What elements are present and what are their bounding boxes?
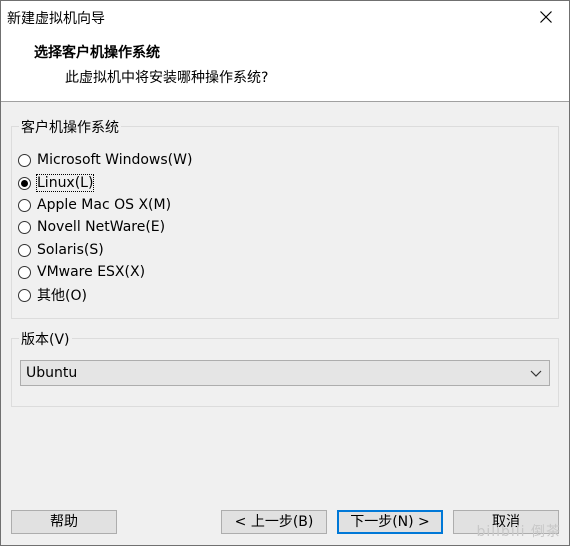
radio-button[interactable] [18,265,31,279]
radio-mac[interactable]: Apple Mac OS X(M) [18,195,171,215]
radio-label: Apple Mac OS X(M) [37,197,172,213]
radio-button[interactable] [18,288,31,302]
radio-netware[interactable]: Novell NetWare(E) [18,217,165,237]
version-select-value: Ubuntu [26,365,78,381]
radio-solaris[interactable]: Solaris(S) [18,240,104,260]
help-button[interactable]: 帮助 [11,510,117,534]
radio-label: Novell NetWare(E) [37,219,166,235]
back-button[interactable]: < 上一步(B) [221,510,327,534]
title-bar: 新建虚拟机向导 [1,1,569,33]
version-select[interactable]: Ubuntu [20,360,550,386]
radio-other[interactable]: 其他(O) [18,285,87,305]
radio-button-selected[interactable] [18,176,31,190]
radio-label: 其他(O) [37,288,87,304]
guest-os-legend: 客户机操作系统 [19,117,121,137]
radio-label: VMware ESX(X) [37,264,146,280]
radio-linux[interactable]: Linux(L) [18,173,95,193]
radio-windows[interactable]: Microsoft Windows(W) [18,150,192,170]
radio-label: Linux(L) [35,174,95,192]
wizard-header: 选择客户机操作系统 此虚拟机中将安装哪种操作系统? [1,33,569,102]
page-subtitle: 此虚拟机中将安装哪种操作系统? [65,70,269,86]
window-title: 新建虚拟机向导 [7,11,105,27]
chevron-down-icon [530,370,542,377]
next-button[interactable]: 下一步(N) > [337,510,443,534]
watermark: bilibili 倒茶 [476,524,561,540]
page-title: 选择客户机操作系统 [34,45,160,61]
version-legend: 版本(V) [19,329,72,349]
radio-label: Solaris(S) [37,242,104,258]
close-icon [540,11,552,23]
radio-button[interactable] [18,243,31,257]
wizard-window: 新建虚拟机向导 选择客户机操作系统 此虚拟机中将安装哪种操作系统? 客户机操作系… [0,0,570,546]
radio-button[interactable] [18,220,31,234]
radio-button[interactable] [18,153,31,167]
radio-esx[interactable]: VMware ESX(X) [18,262,145,282]
close-button[interactable] [523,1,569,33]
radio-button[interactable] [18,198,31,212]
radio-label: Microsoft Windows(W) [37,152,193,168]
